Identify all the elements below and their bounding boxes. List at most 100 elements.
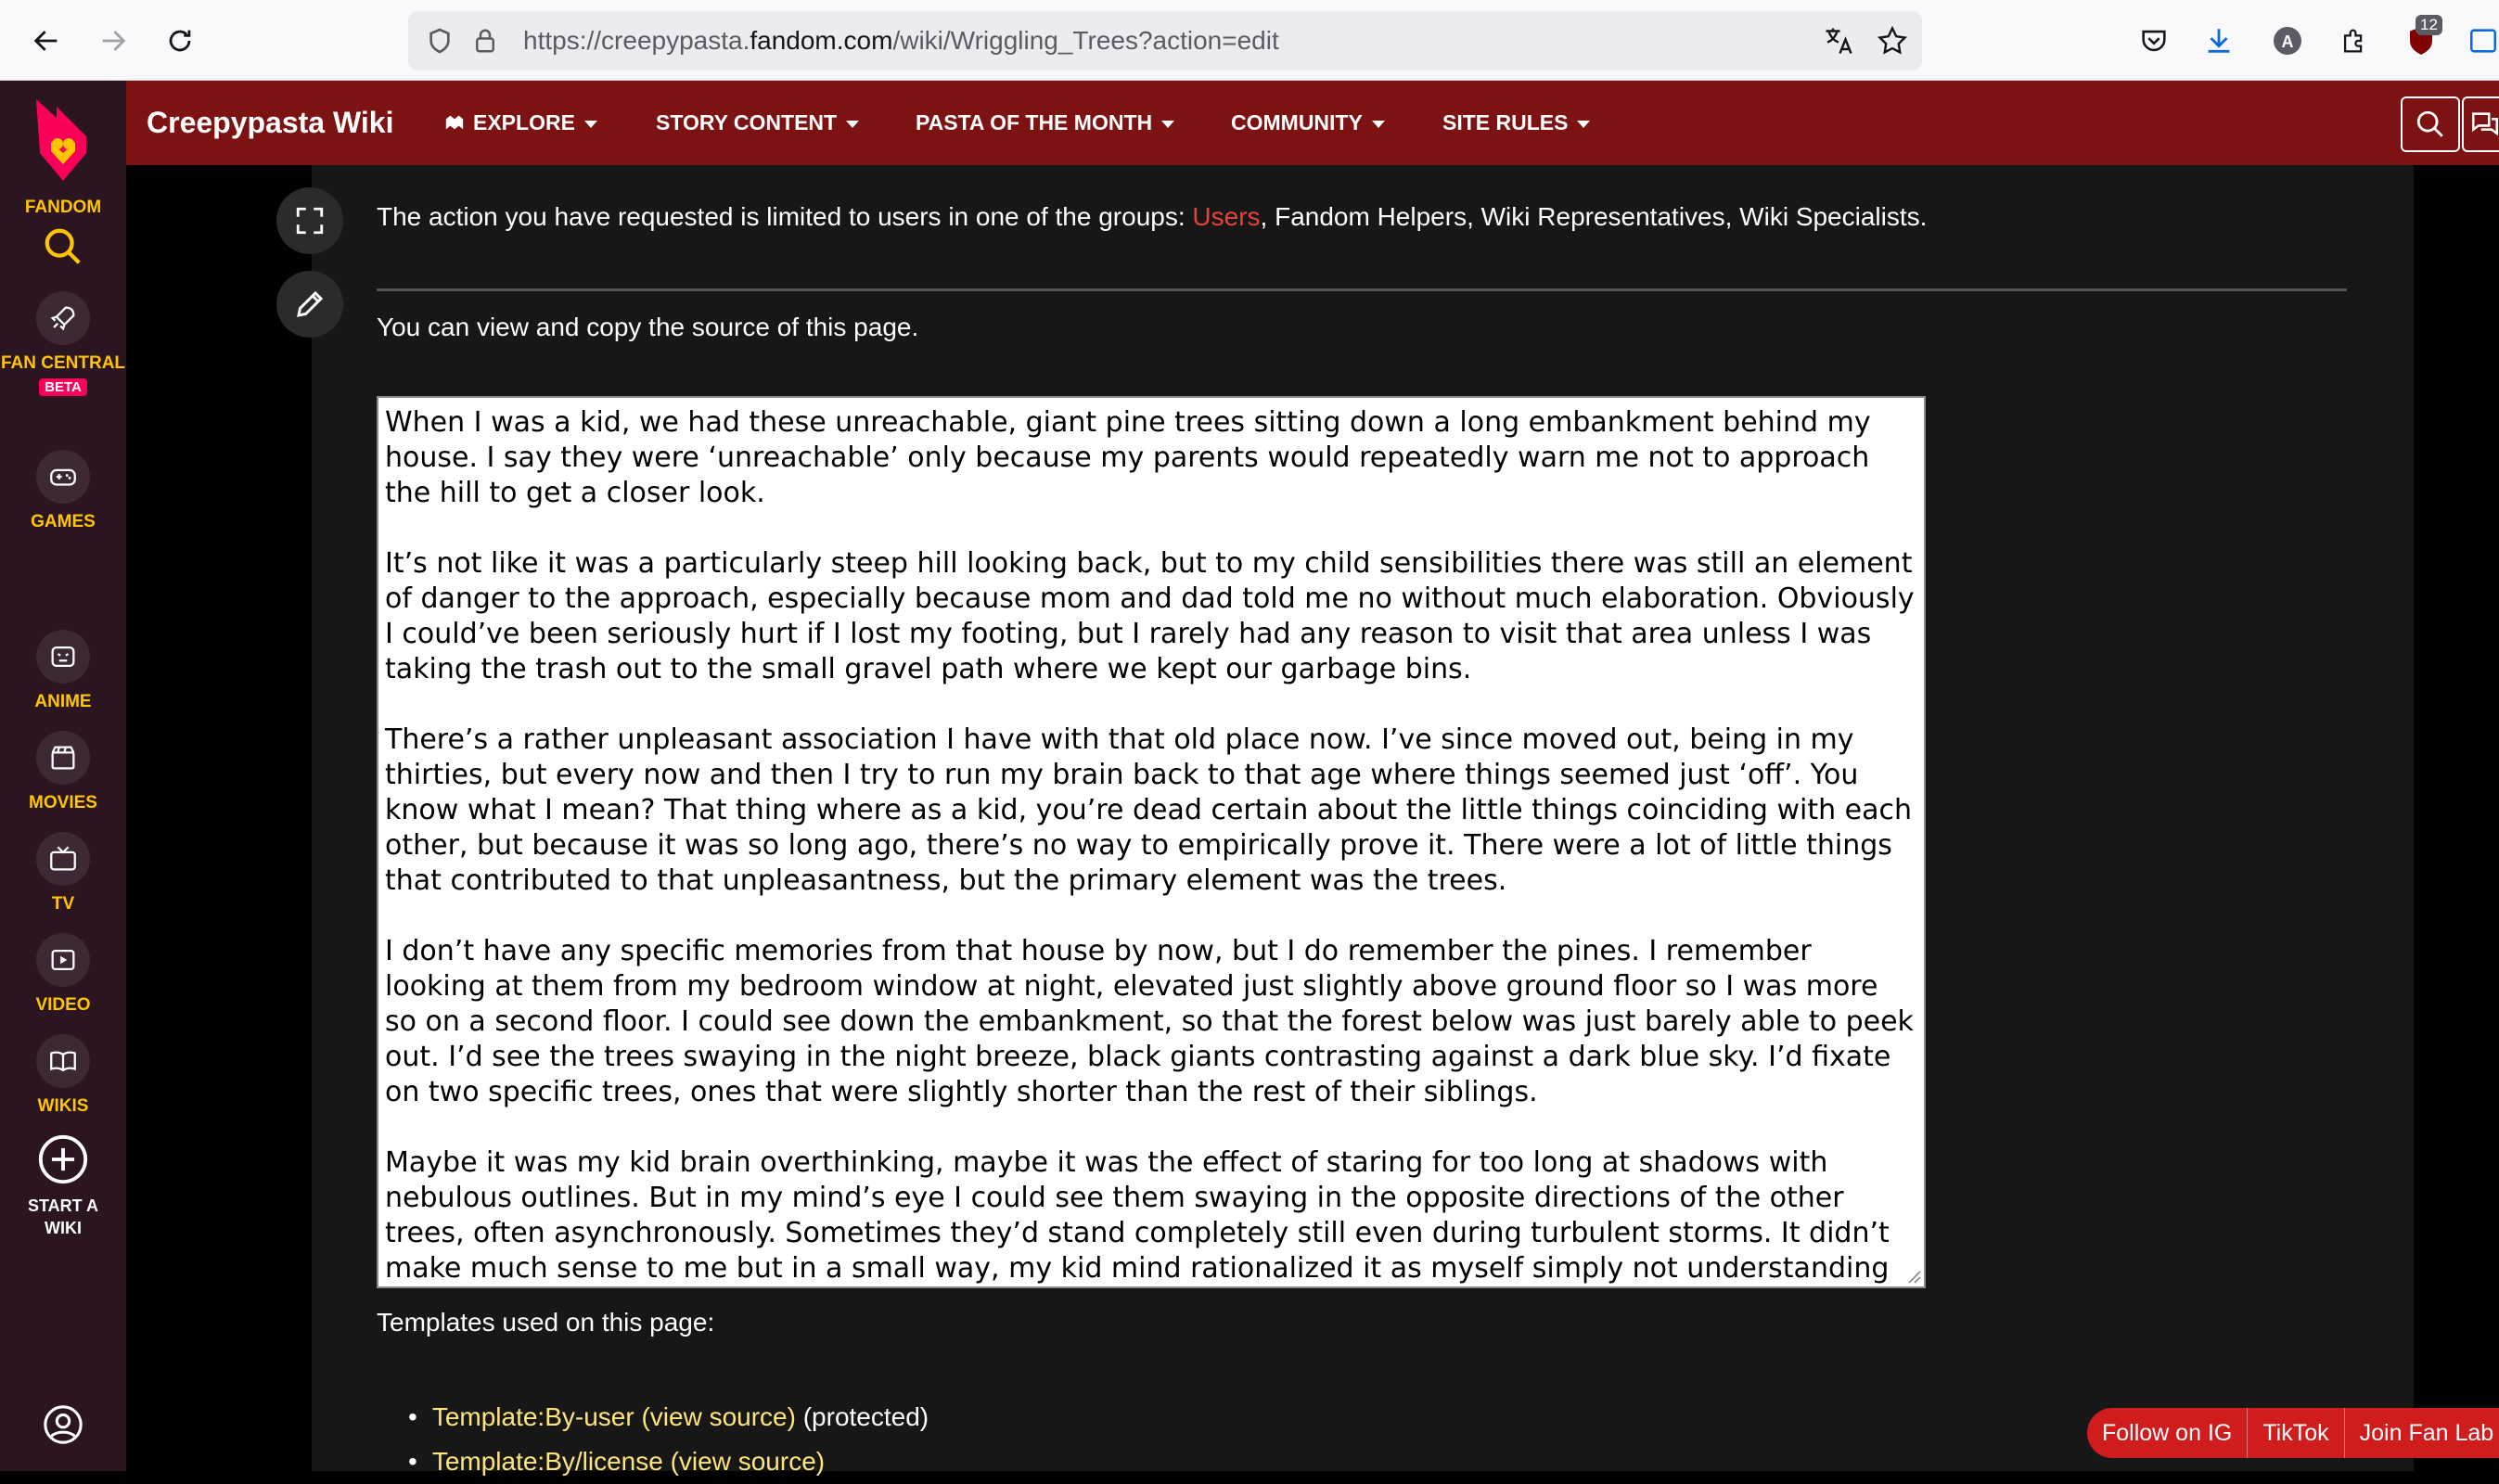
extensions-button[interactable] <box>2334 20 2375 61</box>
rail-search-button[interactable] <box>0 225 126 273</box>
users-group-link[interactable]: Users <box>1192 202 1260 231</box>
explore-icon <box>445 115 464 130</box>
nav-story-content-label: STORY CONTENT <box>656 110 838 134</box>
games-label: GAMES <box>31 512 96 531</box>
wiki-search-button[interactable] <box>2401 96 2460 152</box>
url-prefix: https://creepypasta. <box>523 26 750 55</box>
movies-label: MOVIES <box>29 793 97 812</box>
search-icon <box>45 228 81 264</box>
games-icon-wrap <box>36 450 90 504</box>
forward-arrow-icon <box>102 31 126 51</box>
wiki-header: Creepypasta Wiki EXPLORE STORY CONTENT P… <box>126 81 2499 165</box>
clapperboard-icon <box>51 746 75 770</box>
lock-icon[interactable] <box>471 26 499 56</box>
tv-label: TV <box>51 894 75 914</box>
rail-item-fan-central[interactable]: FAN CENTRAL BETA <box>0 291 126 396</box>
address-bar[interactable]: https://creepypasta.fandom.com/wiki/Wrig… <box>408 11 1922 70</box>
url-path: /wiki/Wriggling_Trees?action=edit <box>892 26 1279 55</box>
sidebar-button[interactable] <box>2467 20 2499 61</box>
rail-item-games[interactable]: GAMES <box>0 450 126 533</box>
join-fan-lab-link[interactable]: Join Fan Lab <box>2345 1408 2499 1458</box>
search-icon <box>2416 110 2443 137</box>
fan-central-label: FAN CENTRAL <box>0 353 126 373</box>
shield-icon[interactable] <box>425 26 455 56</box>
video-label: VIDEO <box>35 995 91 1015</box>
pencil-icon <box>297 290 324 317</box>
nav-site-rules-label: SITE RULES <box>1442 110 1569 134</box>
template-link[interactable]: Template:By-user <box>432 1402 634 1431</box>
rail-item-start-wiki[interactable]: START A WIKI <box>0 1053 126 1239</box>
resize-handle-icon[interactable] <box>1900 1262 1922 1285</box>
nav-pasta-label: PASTA OF THE MONTH <box>916 110 1153 134</box>
rail-item-movies[interactable]: MOVIES <box>0 731 126 814</box>
extension-badge: 12 <box>2416 15 2442 35</box>
bookmark-star-icon[interactable] <box>1876 24 1909 58</box>
chevron-down-icon <box>1577 120 1591 128</box>
beta-badge: BETA <box>39 378 87 396</box>
chevron-down-icon <box>1161 120 1175 128</box>
forward-button[interactable] <box>89 17 137 65</box>
back-button[interactable] <box>22 17 70 65</box>
reload-icon <box>169 30 191 52</box>
permission-notice: The action you have requested is limited… <box>377 202 1927 232</box>
anime-face-icon <box>51 646 75 668</box>
back-arrow-icon <box>33 31 58 51</box>
rail-item-tv[interactable]: TV <box>0 832 126 915</box>
expand-icon <box>296 207 324 235</box>
rocket-icon <box>50 306 75 331</box>
notice-groups-text: , Fandom Helpers, Wiki Representatives, … <box>1260 202 1928 231</box>
start-wiki-icon-wrap <box>0 1132 126 1191</box>
account-button[interactable]: A <box>2267 20 2308 61</box>
video-icon-wrap <box>36 933 90 987</box>
follow-ig-link[interactable]: Follow on IG <box>2087 1408 2249 1458</box>
fandom-logo-link[interactable]: FANDOM <box>0 96 126 219</box>
browser-toolbar: https://creepypasta.fandom.com/wiki/Wrig… <box>0 0 2499 81</box>
url-text[interactable]: https://creepypasta.fandom.com/wiki/Wrig… <box>523 11 1279 70</box>
nav-story-content[interactable]: STORY CONTENT <box>656 81 860 165</box>
templates-heading: Templates used on this page: <box>377 1308 715 1337</box>
view-copy-notice: You can view and copy the source of this… <box>377 313 919 341</box>
wiki-name-link[interactable]: Creepypasta Wiki <box>147 81 393 165</box>
translate-icon[interactable] <box>1822 24 1855 58</box>
template-link[interactable]: Template:By/license <box>432 1447 663 1476</box>
nav-community[interactable]: COMMUNITY <box>1231 81 1385 165</box>
discussions-icon <box>2471 112 2499 136</box>
nav-community-label: COMMUNITY <box>1231 110 1363 134</box>
fan-central-icon-wrap <box>36 291 90 345</box>
source-textarea[interactable]: When I was a kid, we had these unreachab… <box>377 396 1926 1288</box>
puzzle-icon <box>2343 29 2363 53</box>
list-item: Template:By/license (view source) <box>408 1439 929 1484</box>
nav-explore[interactable]: EXPLORE <box>443 81 597 165</box>
rail-item-anime[interactable]: ANIME <box>0 630 126 713</box>
fullscreen-toggle-button[interactable] <box>276 187 343 254</box>
wiki-discussions-button[interactable] <box>2462 96 2499 152</box>
user-profile-icon <box>44 1405 83 1444</box>
list-item: Template:By-user (view source) (protecte… <box>408 1395 929 1439</box>
play-video-icon <box>51 949 75 971</box>
fandom-global-nav: FANDOM FAN CENTRAL BETA GAMES ANIME MOVI… <box>0 81 126 1471</box>
rail-item-video[interactable]: VIDEO <box>0 933 126 1017</box>
chevron-down-icon <box>846 120 860 128</box>
nav-pasta-of-the-month[interactable]: PASTA OF THE MONTH <box>916 81 1175 165</box>
start-wiki-label: START A WIKI <box>28 1196 98 1237</box>
source-text[interactable]: When I was a kid, we had these unreachab… <box>378 398 1924 1286</box>
edit-source-button[interactable] <box>276 271 343 338</box>
view-source-link[interactable]: (view source) <box>641 1402 795 1431</box>
nav-site-rules[interactable]: SITE RULES <box>1442 81 1591 165</box>
pocket-icon <box>2142 30 2166 52</box>
sidebar-icon <box>2469 29 2497 53</box>
movies-icon-wrap <box>36 731 90 785</box>
rail-user-button[interactable] <box>0 1403 126 1451</box>
tv-icon <box>50 846 76 871</box>
reload-button[interactable] <box>156 17 204 65</box>
pocket-button[interactable] <box>2134 20 2174 61</box>
downloads-button[interactable] <box>2198 20 2239 61</box>
view-source-link[interactable]: (view source) <box>671 1447 825 1476</box>
plus-circle-icon <box>38 1134 88 1184</box>
fandom-label: FANDOM <box>24 198 102 217</box>
download-icon <box>2208 29 2230 53</box>
gamepad-icon <box>50 468 76 486</box>
fandom-logo-icon <box>36 99 86 181</box>
chevron-down-icon <box>1371 120 1385 128</box>
tiktok-link[interactable]: TikTok <box>2248 1408 2345 1458</box>
